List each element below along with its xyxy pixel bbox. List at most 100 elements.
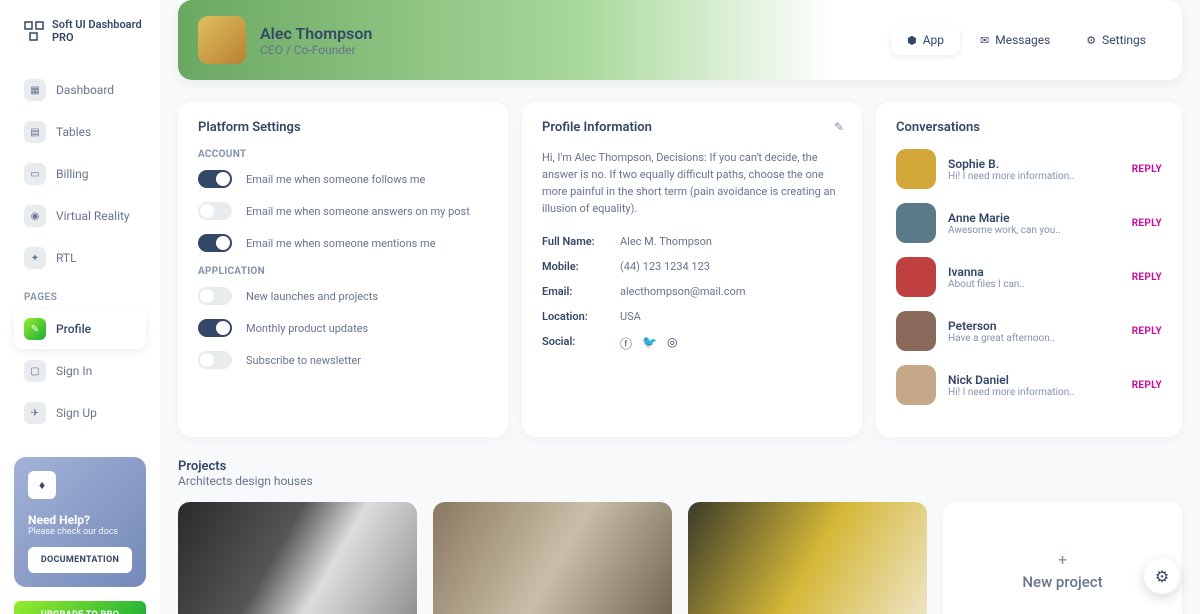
avatar xyxy=(896,311,936,351)
user-icon: ✎ xyxy=(24,318,46,340)
conversation-name: Nick Daniel xyxy=(948,373,1075,387)
edit-icon[interactable]: ✎ xyxy=(834,120,844,134)
profile-header: Alec Thompson CEO / Co-Founder ⬢App ✉Mes… xyxy=(178,0,1182,80)
profile-name: Alec Thompson xyxy=(260,24,372,43)
projects-title: Projects xyxy=(178,459,1182,474)
application-heading: APPLICATION xyxy=(198,266,488,277)
reply-button[interactable]: REPLY xyxy=(1132,326,1162,337)
project-image xyxy=(688,502,927,614)
switch-label: Email me when someone mentions me xyxy=(246,237,436,250)
profile-bio: Hi, I'm Alec Thompson, Decisions: If you… xyxy=(542,149,842,217)
brand-icon xyxy=(24,20,44,42)
nav-rtl[interactable]: ✦RTL xyxy=(14,238,146,278)
brand-text: Soft UI Dashboard PRO xyxy=(52,18,142,44)
value-mobile: (44) 123 1234 123 xyxy=(620,260,710,273)
nav-heading-pages: PAGES xyxy=(14,280,146,309)
documentation-button[interactable]: DOCUMENTATION xyxy=(28,547,132,573)
toggle-switch[interactable] xyxy=(198,319,232,337)
nav-signup[interactable]: ✈Sign Up xyxy=(14,393,146,433)
help-sub: Please check our docs xyxy=(28,527,132,537)
profile-info-card: Profile Information ✎ Hi, I'm Alec Thomp… xyxy=(522,102,862,437)
nav-profile[interactable]: ✎Profile xyxy=(14,309,146,349)
avatar xyxy=(896,257,936,297)
nav-tables[interactable]: ▤Tables xyxy=(14,112,146,152)
platform-settings-card: Platform Settings ACCOUNT Email me when … xyxy=(178,102,508,437)
conversation-name: Peterson xyxy=(948,319,1055,333)
label-email: Email: xyxy=(542,285,610,298)
label-mobile: Mobile: xyxy=(542,260,610,273)
gear-icon: ⚙ xyxy=(1155,567,1169,586)
card-icon: ▭ xyxy=(24,163,46,185)
rocket-icon: ✈ xyxy=(24,402,46,424)
toggle-switch[interactable] xyxy=(198,287,232,305)
cube-icon: ◉ xyxy=(24,205,46,227)
switch-label: Monthly product updates xyxy=(246,322,368,335)
conversations-card: Conversations Sophie B.Hi! I need more i… xyxy=(876,102,1182,437)
toggle-switch[interactable] xyxy=(198,170,232,188)
nav-vr[interactable]: ◉Virtual Reality xyxy=(14,196,146,236)
twitter-icon[interactable]: 🐦 xyxy=(642,335,657,352)
reply-button[interactable]: REPLY xyxy=(1132,380,1162,391)
conversation-item: PetersonHave a great afternoon.. REPLY xyxy=(896,311,1162,351)
conversation-name: Sophie B. xyxy=(948,157,1075,171)
new-project-button[interactable]: + New project xyxy=(943,502,1182,614)
projects-subtitle: Architects design houses xyxy=(178,474,1182,488)
nav-dashboard[interactable]: ▦Dashboard xyxy=(14,70,146,110)
nav-billing[interactable]: ▭Billing xyxy=(14,154,146,194)
conversation-item: Nick DanielHi! I need more information..… xyxy=(896,365,1162,405)
toggle-switch[interactable] xyxy=(198,202,232,220)
switch-label: Subscribe to newsletter xyxy=(246,354,361,367)
upgrade-button[interactable]: UPGRADE TO PRO xyxy=(14,601,146,614)
conversation-name: Anne Marie xyxy=(948,211,1061,225)
conversation-preview: Hi! I need more information.. xyxy=(948,387,1075,398)
profile-role: CEO / Co-Founder xyxy=(260,43,372,57)
tab-messages[interactable]: ✉Messages xyxy=(964,25,1066,55)
conversation-preview: Hi! I need more information.. xyxy=(948,171,1075,182)
switch-label: Email me when someone follows me xyxy=(246,173,425,186)
reply-button[interactable]: REPLY xyxy=(1132,272,1162,283)
tab-app[interactable]: ⬢App xyxy=(891,25,960,55)
tab-settings[interactable]: ⚙Settings xyxy=(1070,25,1162,55)
project-card[interactable]: Project #3 Minimalist xyxy=(688,502,927,614)
gear-icon: ⚙ xyxy=(1086,34,1096,47)
conversation-preview: About files I can.. xyxy=(948,279,1025,290)
settings-fab[interactable]: ⚙ xyxy=(1144,558,1180,594)
value-location: USA xyxy=(620,310,641,323)
facebook-icon[interactable]: ⓕ xyxy=(620,335,632,352)
label-location: Location: xyxy=(542,310,610,323)
conversation-item: Anne MarieAwesome work, can you.. REPLY xyxy=(896,203,1162,243)
tool-icon: ✦ xyxy=(24,247,46,269)
nav: ▦Dashboard ▤Tables ▭Billing ◉Virtual Rea… xyxy=(0,62,160,443)
avatar xyxy=(896,365,936,405)
reply-button[interactable]: REPLY xyxy=(1132,164,1162,175)
toggle-switch[interactable] xyxy=(198,351,232,369)
brand[interactable]: Soft UI Dashboard PRO xyxy=(0,18,160,62)
help-card: ♦ Need Help? Please check our docs DOCUM… xyxy=(14,457,146,587)
conversation-item: Sophie B.Hi! I need more information.. RE… xyxy=(896,149,1162,189)
nav-signin[interactable]: ▢Sign In xyxy=(14,351,146,391)
avatar xyxy=(198,16,246,64)
shop-icon: ▦ xyxy=(24,79,46,101)
toggle-switch[interactable] xyxy=(198,234,232,252)
conversation-preview: Have a great afternoon.. xyxy=(948,333,1055,344)
conversation-item: IvannaAbout files I can.. REPLY xyxy=(896,257,1162,297)
project-card[interactable]: Project #2 Modern xyxy=(178,502,417,614)
avatar xyxy=(896,203,936,243)
project-card[interactable]: Project #1 Scandinavian xyxy=(433,502,672,614)
new-project-label: New project xyxy=(1022,573,1102,591)
value-fullname: Alec M. Thompson xyxy=(620,235,712,248)
help-icon: ♦ xyxy=(28,471,56,499)
card-title: Conversations xyxy=(896,120,1162,135)
conversation-preview: Awesome work, can you.. xyxy=(948,225,1061,236)
doc-icon: ▢ xyxy=(24,360,46,382)
help-title: Need Help? xyxy=(28,513,132,527)
sidebar: Soft UI Dashboard PRO ▦Dashboard ▤Tables… xyxy=(0,0,160,614)
conversation-name: Ivanna xyxy=(948,265,1025,279)
label-social: Social: xyxy=(542,335,610,352)
switch-label: Email me when someone answers on my post xyxy=(246,205,470,218)
instagram-icon[interactable]: ◎ xyxy=(667,335,677,352)
main: Alec Thompson CEO / Co-Founder ⬢App ✉Mes… xyxy=(160,0,1200,614)
message-icon: ✉ xyxy=(980,34,989,47)
reply-button[interactable]: REPLY xyxy=(1132,218,1162,229)
projects-section: Projects Architects design houses Projec… xyxy=(178,459,1182,614)
